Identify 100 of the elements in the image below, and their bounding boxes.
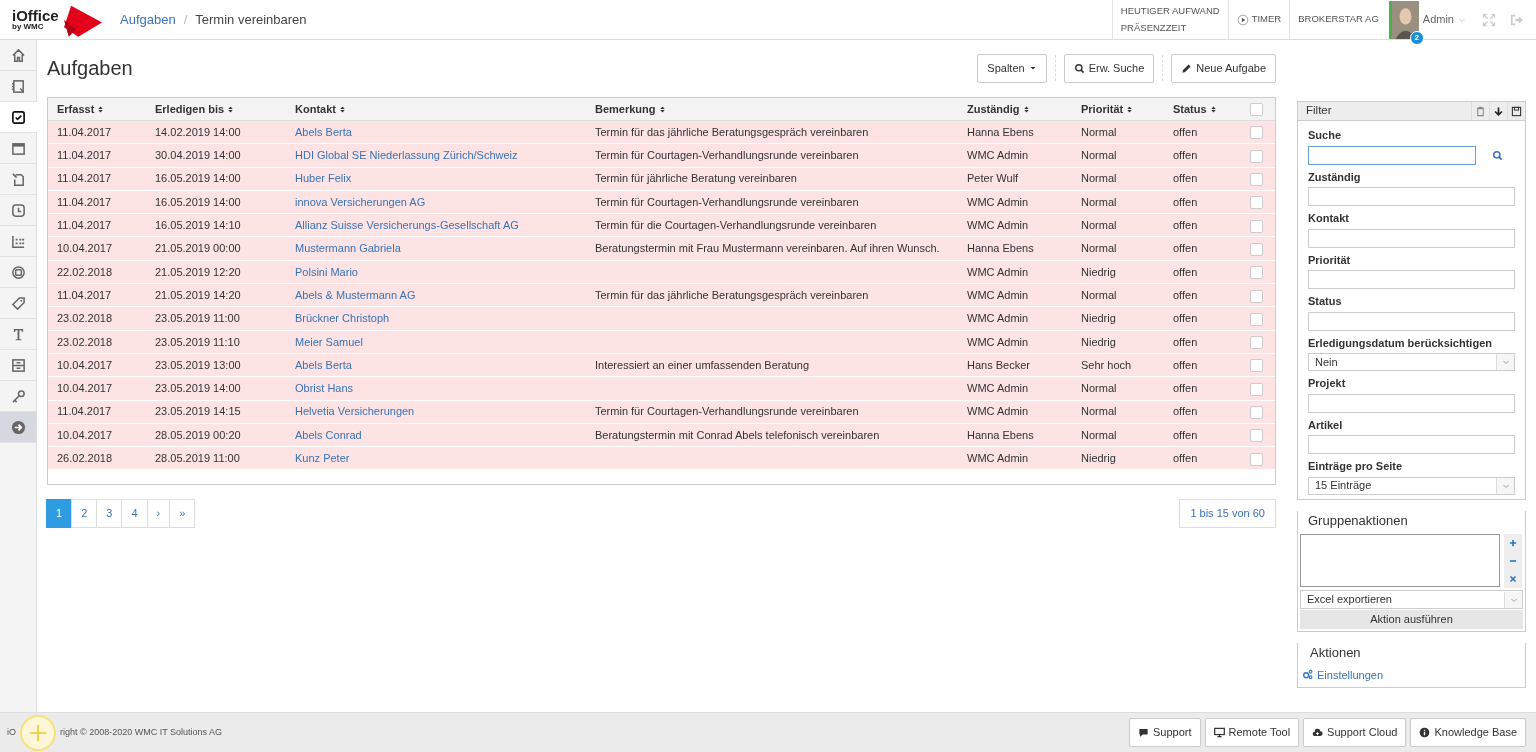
column-header[interactable]: Kontakt [286,97,586,121]
page-link[interactable]: › [146,499,171,528]
select-field[interactable]: Nein [1308,353,1515,371]
footer-button[interactable]: Remote Tool [1204,718,1300,747]
row-checkbox[interactable] [1250,289,1263,303]
toolbar-button[interactable]: Spalten [977,54,1047,83]
page-link[interactable]: » [169,499,196,528]
table-cell: Normal [1081,195,1117,208]
table-cell: Beratungstermin mit Frau Mustermann vereinbaren. Auf ihren Wunsch. [595,242,940,255]
copyright-text: iO [7,725,16,739]
table-cell: WMC Admin [967,382,1029,395]
input-field[interactable] [1308,270,1515,289]
cabinet-icon [10,357,26,373]
row-checkbox[interactable] [1250,359,1263,373]
table-cell: offen [1173,335,1198,348]
input-field[interactable] [1308,228,1515,248]
column-header[interactable]: Priorität [1072,97,1164,121]
page-link[interactable]: 2 [71,499,98,528]
search-field[interactable] [1308,145,1476,165]
field-label: Zuständig [1308,169,1362,185]
table-cell: Termin für jährliche Beratung vereinbaren [595,172,797,185]
action-select[interactable]: Excel exportieren [1300,590,1523,609]
field-label: Status [1308,294,1343,309]
page-link[interactable]: 4 [121,499,148,528]
footer-button[interactable]: Knowledge Base [1410,718,1526,747]
logout-icon[interactable] [1510,12,1524,27]
footer-button[interactable]: Support [1129,718,1201,747]
contact-link[interactable]: Brückner Christoph [295,312,390,325]
table-cell: offen [1173,358,1198,371]
row-checkbox[interactable] [1250,336,1263,350]
table-cell: 16.05.2019 14:00 [155,172,241,185]
add-fab[interactable] [20,714,56,751]
save-icon[interactable] [1511,105,1522,117]
trash-icon[interactable] [1475,105,1486,117]
row-checkbox[interactable] [1250,126,1263,140]
column-header[interactable]: Status [1164,97,1241,121]
contact-link[interactable]: Polsini Mario [295,265,358,278]
table-cell: 11.04.2017 [57,405,112,418]
toolbar-button[interactable]: Erw. Suche [1063,54,1155,83]
contact-link[interactable]: Abels Berta [295,358,352,371]
timer-button[interactable]: TIMER [1236,12,1282,27]
table-cell: 11.04.2017 [57,172,112,185]
input-field[interactable] [1308,311,1515,331]
row-checkbox[interactable] [1250,452,1263,466]
avatar-icon [1388,0,1419,39]
contact-link[interactable]: Abels Conrad [295,428,362,441]
page-link[interactable]: 3 [96,499,123,528]
row-checkbox[interactable] [1250,173,1263,187]
table-cell: WMC Admin [967,265,1029,278]
search-icon[interactable] [1492,149,1503,161]
select-field[interactable]: 15 Einträge [1308,476,1515,495]
page-link[interactable]: 1 [46,499,73,528]
input-field[interactable] [1308,187,1515,206]
contact-link[interactable]: Abels Berta [295,125,352,138]
table-cell: 30.04.2019 14:00 [155,149,241,162]
sidebar-item[interactable] [0,102,37,133]
run-action-button[interactable]: Aktion ausführen [1300,610,1523,629]
row-checkbox[interactable] [1250,406,1263,420]
column-header[interactable]: Bemerkung [586,97,958,121]
table-cell: offen [1173,172,1198,185]
download-icon[interactable] [1493,105,1504,117]
table-cell: offen [1173,312,1198,325]
table-cell: 11.04.2017 [57,219,112,232]
monitor-icon [1213,727,1225,738]
row-checkbox[interactable] [1250,312,1263,326]
sort-icon [97,105,105,115]
contact-link[interactable]: Kunz Peter [295,452,350,465]
contact-link[interactable]: Meier Samuel [295,335,363,348]
user-menu[interactable]: Admin [1422,11,1454,28]
row-checkbox[interactable] [1250,219,1263,233]
select-all-checkbox[interactable] [1250,103,1263,117]
action-list[interactable] [1300,534,1500,587]
contact-link[interactable]: Obrist Hans [295,382,354,395]
input-field[interactable] [1308,393,1515,413]
input-field[interactable] [1308,435,1515,454]
column-header[interactable]: Zuständig [958,97,1072,121]
add-button[interactable] [1504,534,1522,552]
contact-link[interactable]: Huber Felix [295,172,352,185]
sort-icon [658,105,666,115]
row-checkbox[interactable] [1250,429,1263,443]
calendar-icon [10,140,26,156]
fullscreen-icon[interactable] [1482,12,1496,27]
clear-button[interactable] [1504,570,1522,588]
settings-link[interactable]: Einstellungen [1302,666,1521,683]
breadcrumb-link[interactable]: Aufgaben [120,9,176,30]
table-cell: 21.05.2019 14:20 [155,288,241,301]
row-checkbox[interactable] [1250,266,1263,280]
row-checkbox[interactable] [1250,196,1263,210]
contact-link[interactable]: Mustermann Gabriela [295,242,401,255]
globe-icon [10,264,26,280]
row-checkbox[interactable] [1250,242,1263,256]
footer-button[interactable]: Support Cloud [1303,718,1407,747]
row-checkbox[interactable] [1250,149,1263,163]
plus-icon [1508,538,1518,548]
column-header[interactable]: Erledigen bis [146,97,286,121]
row-checkbox[interactable] [1250,382,1263,396]
field-label: Einträge pro Seite [1308,459,1404,474]
table-cell: WMC Admin [967,149,1029,162]
column-header[interactable]: Erfasst [48,97,146,121]
toolbar-button[interactable]: Neue Aufgabe [1171,54,1276,83]
